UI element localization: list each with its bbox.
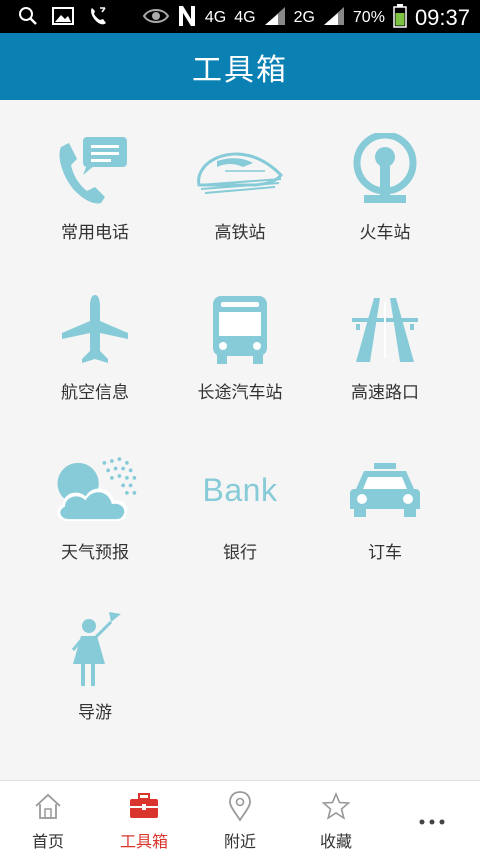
tool-label: 银行 (223, 543, 257, 563)
network-type-3: 2G (293, 9, 315, 26)
tour-guide-icon (50, 610, 140, 690)
airplane-icon (50, 290, 140, 370)
battery-percent: 70% (352, 9, 385, 26)
bus-icon (195, 290, 285, 370)
title-bar: 工具箱 (0, 33, 480, 100)
tab-nearby[interactable]: 附近 (192, 781, 288, 855)
weather-icon (50, 450, 140, 530)
tool-bank[interactable]: Bank 银行 (160, 420, 320, 570)
network-type-2: 4G (234, 9, 256, 26)
tool-label: 高速路口 (351, 383, 419, 403)
tab-home[interactable]: 首页 (0, 781, 96, 855)
battery-icon (393, 4, 407, 32)
tab-more[interactable] (384, 781, 480, 855)
signal-icon (264, 6, 286, 30)
railway-logo-icon (340, 130, 430, 210)
taxi-icon (340, 450, 430, 530)
tool-high-speed-rail[interactable]: 高铁站 (160, 100, 320, 250)
status-bar: 4G 4G 2G 70% 09:37 (0, 0, 480, 33)
tool-weather[interactable]: 天气预报 (15, 420, 175, 570)
toolbox-icon (129, 791, 159, 821)
network-type-1: 4G (204, 9, 227, 26)
tool-flight-info[interactable]: 航空信息 (15, 260, 175, 410)
bottom-tab-bar: 首页 工具箱 附近 收藏 (0, 780, 480, 855)
tools-grid: 常用电话 高铁站 火车站 航空信息 长途汽车站 高速路口 天气预报 Bank 银… (0, 100, 480, 780)
tab-label: 附近 (223, 832, 256, 851)
tab-label: 首页 (31, 832, 64, 851)
tool-highway-exit[interactable]: 高速路口 (305, 260, 465, 410)
home-icon (34, 791, 62, 821)
bank-icon: Bank (195, 450, 285, 530)
tool-bus-station[interactable]: 长途汽车站 (160, 260, 320, 410)
more-icon (419, 807, 445, 837)
tab-favorites[interactable]: 收藏 (288, 781, 384, 855)
highway-icon (340, 290, 430, 370)
phone-chat-icon (50, 130, 140, 210)
bullet-train-icon (195, 130, 285, 210)
tool-phone[interactable]: 常用电话 (15, 100, 175, 250)
tool-book-car[interactable]: 订车 (305, 420, 465, 570)
clock: 09:37 (414, 5, 470, 30)
tool-railway-station[interactable]: 火车站 (305, 100, 465, 250)
tool-label: 订车 (368, 543, 402, 563)
tool-label: 高铁站 (214, 223, 266, 243)
bank-icon-text: Bank (202, 471, 278, 508)
tool-label: 航空信息 (61, 383, 129, 403)
tab-label: 收藏 (319, 832, 352, 851)
location-pin-icon (228, 791, 252, 821)
signal-icon-2 (323, 6, 345, 30)
page-title: 工具箱 (192, 52, 288, 88)
star-icon (322, 791, 350, 821)
n-icon (177, 5, 197, 31)
eye-icon (142, 7, 170, 29)
tool-label: 常用电话 (61, 223, 129, 243)
tab-toolbox[interactable]: 工具箱 (96, 781, 192, 855)
tab-label: 工具箱 (119, 832, 168, 851)
tool-label: 导游 (78, 703, 112, 723)
tool-label: 长途汽车站 (197, 383, 283, 403)
phone-icon (88, 6, 108, 30)
tool-label: 火车站 (359, 223, 411, 243)
tool-label: 天气预报 (61, 543, 129, 563)
image-icon (52, 7, 74, 29)
tool-tour-guide[interactable]: 导游 (15, 580, 175, 730)
search-icon (18, 6, 38, 30)
